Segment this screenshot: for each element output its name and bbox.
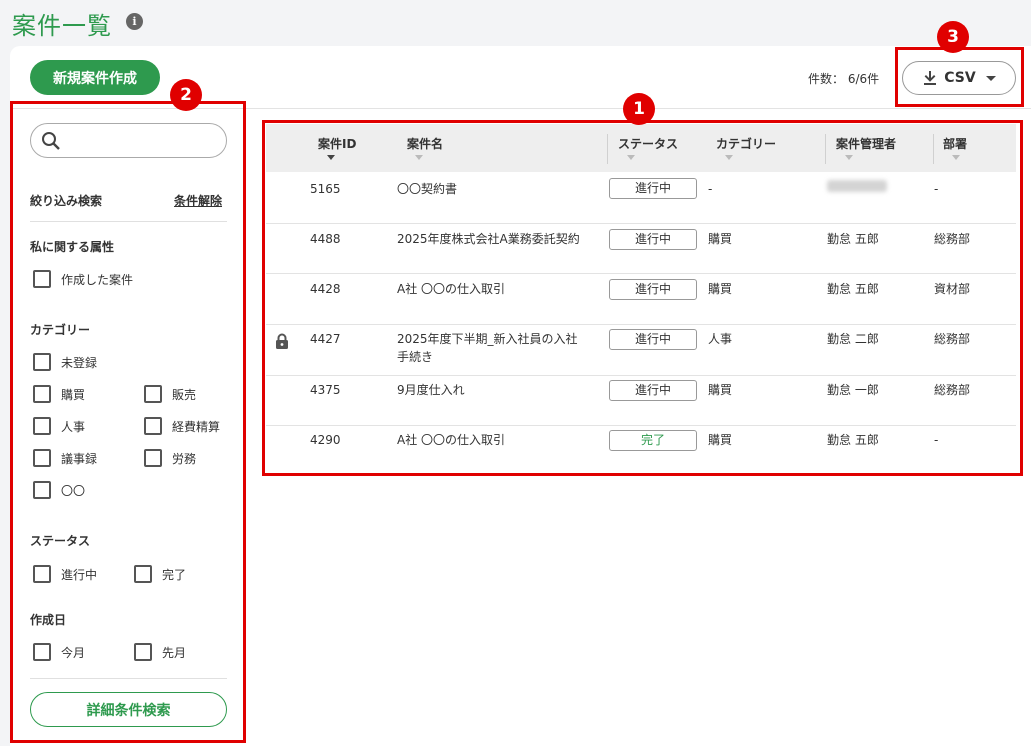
- annotation-marker-2: 2: [170, 79, 202, 111]
- case-count: 件数： 6/6件: [808, 70, 879, 87]
- case-count-value: 6/6件: [847, 72, 880, 86]
- annotation-frame-table: [262, 120, 1023, 476]
- annotation-frame-csv: [895, 47, 1024, 107]
- annotation-frame-sidebar: [10, 101, 246, 743]
- annotation-marker-1: 1: [623, 93, 655, 125]
- info-icon[interactable]: i: [126, 13, 143, 30]
- annotation-marker-3: 3: [937, 21, 969, 53]
- page-title: 案件一覧: [12, 12, 112, 40]
- case-count-label: 件数：: [808, 72, 845, 86]
- new-case-button[interactable]: 新規案件作成: [30, 60, 160, 95]
